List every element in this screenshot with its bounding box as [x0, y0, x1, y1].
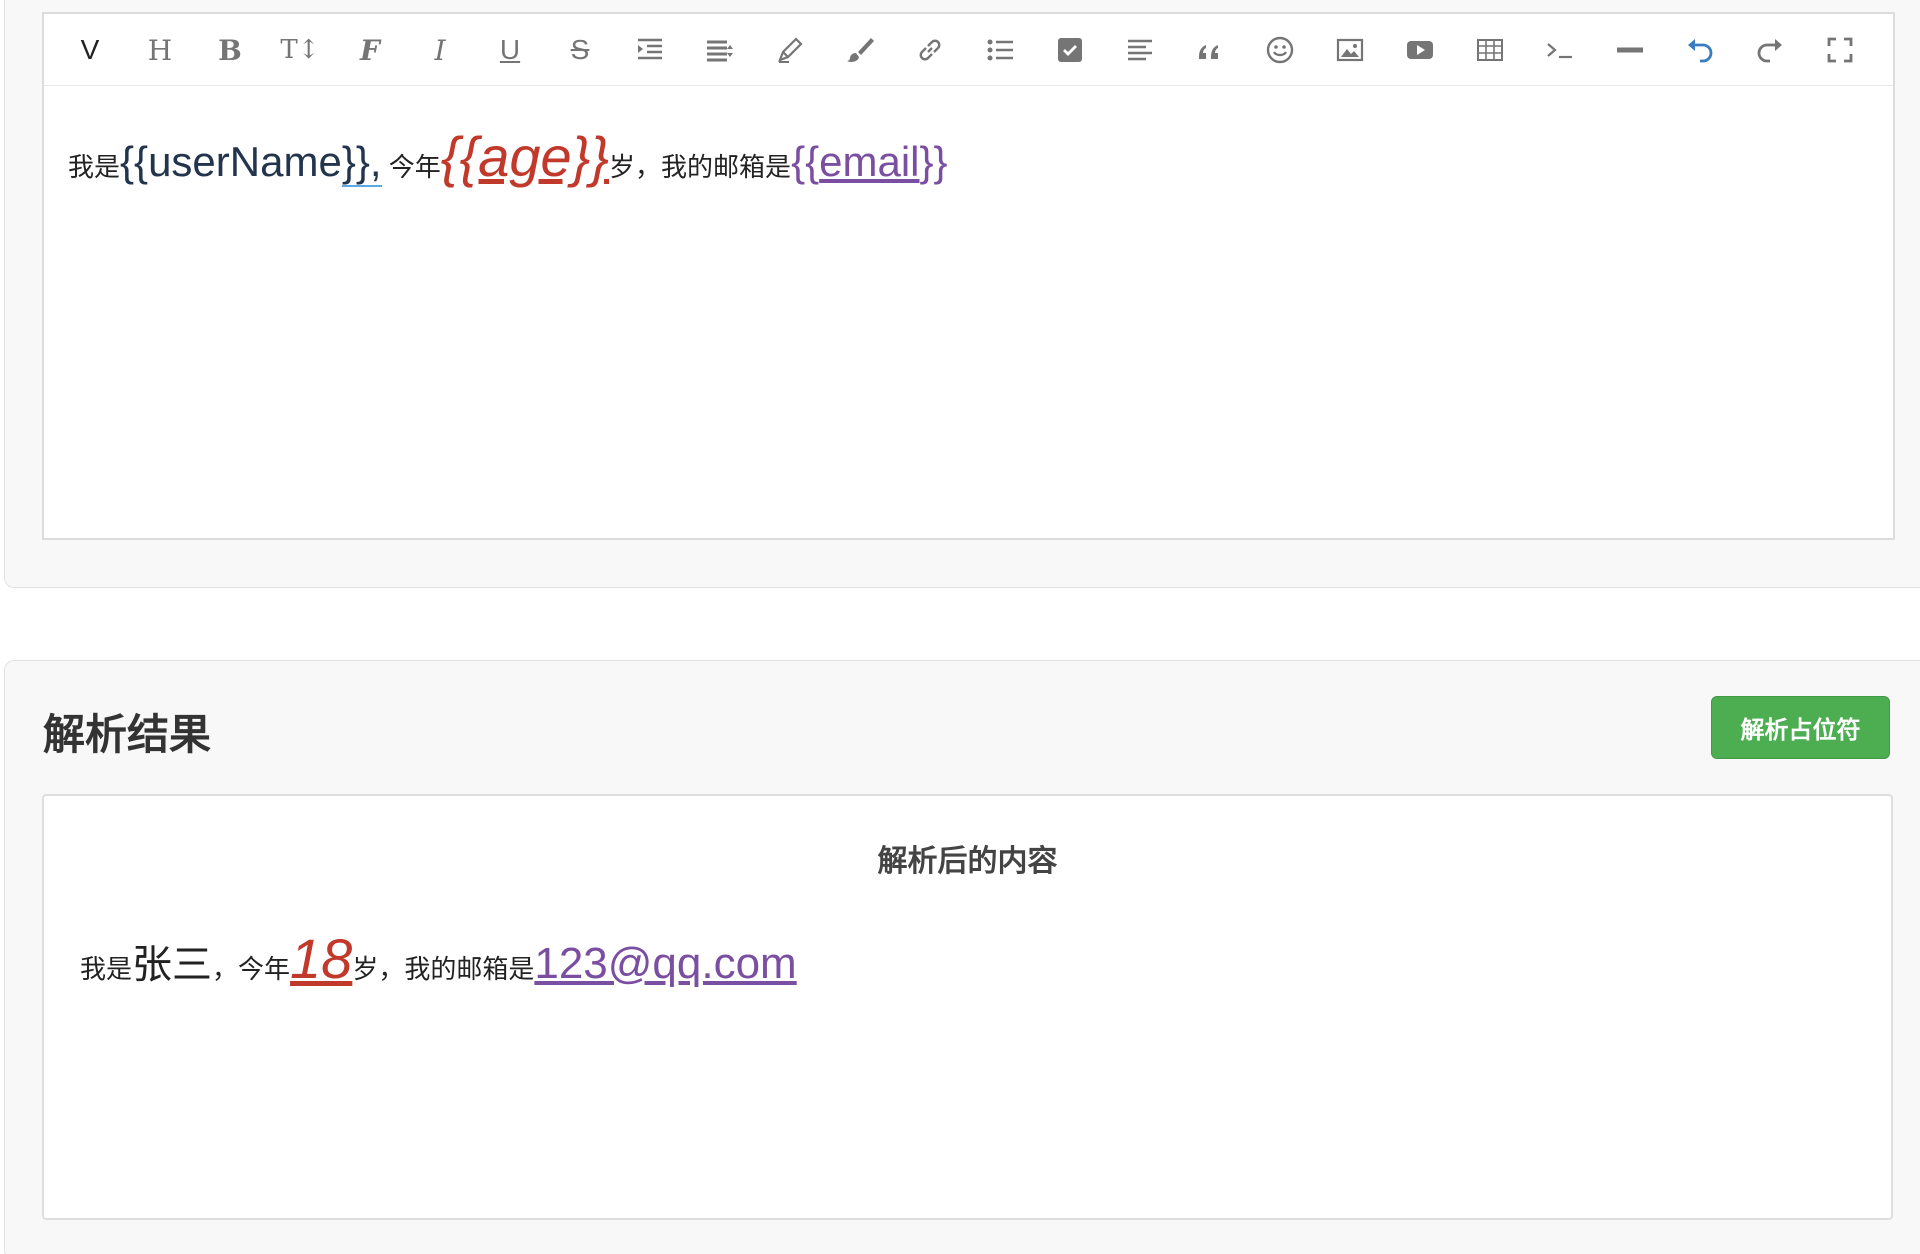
result-panel: 解析结果 解析占位符 解析后的内容 我是张三，今年18岁，我的邮箱是123@qq… — [4, 660, 1920, 1254]
pen-icon[interactable] — [768, 28, 812, 72]
result-heading: 解析后的内容 — [877, 844, 1058, 879]
age-prefix-text: 今年 — [388, 152, 441, 182]
fullscreen-icon[interactable] — [1818, 28, 1862, 72]
bold-icon[interactable]: B — [208, 28, 252, 72]
result-email-link[interactable]: 123@qq.com — [534, 939, 796, 988]
age-placeholder: {{age}} — [440, 125, 610, 188]
result-prefix: 我是 — [80, 954, 133, 984]
link-icon[interactable] — [908, 28, 952, 72]
result-section-title: 解析结果 — [43, 710, 212, 759]
line-height-icon[interactable] — [698, 28, 742, 72]
indent-icon[interactable] — [628, 28, 672, 72]
age-suffix-text: 岁，我的邮箱是 — [609, 152, 792, 182]
rich-text-editor[interactable]: V H B T↕ F I U S 我是{{userName}}, 今年{{age… — [42, 12, 1895, 540]
horizontal-rule-icon[interactable] — [1608, 28, 1652, 72]
vue-mode-icon[interactable]: V — [68, 28, 112, 72]
result-username-value: 张三 — [132, 943, 213, 987]
editor-toolbar: V H B T↕ F I U S — [44, 14, 1893, 86]
checkbox-icon[interactable] — [1048, 28, 1092, 72]
parse-placeholder-button[interactable]: 解析占位符 — [1711, 696, 1890, 759]
bullet-list-icon[interactable] — [978, 28, 1022, 72]
code-icon[interactable] — [1538, 28, 1582, 72]
email-placeholder: {{email}} — [791, 138, 948, 185]
font-family-icon[interactable]: F — [348, 28, 392, 72]
redo-icon[interactable] — [1748, 28, 1792, 72]
font-size-icon[interactable]: T↕ — [278, 28, 322, 72]
result-age-value: 18 — [290, 927, 353, 990]
heading-icon[interactable]: H — [138, 28, 182, 72]
strikethrough-icon[interactable]: S — [558, 28, 602, 72]
editor-prefix: 我是 — [68, 152, 121, 182]
emoji-icon[interactable] — [1258, 28, 1302, 72]
result-box: 解析后的内容 我是张三，今年18岁，我的邮箱是123@qq.com — [42, 794, 1893, 1220]
underline-icon[interactable]: U — [488, 28, 532, 72]
username-placeholder-close: }}, — [341, 138, 382, 187]
italic-icon[interactable]: I — [418, 28, 462, 72]
brush-icon[interactable] — [838, 28, 882, 72]
editor-panel: V H B T↕ F I U S 我是{{userName}}, 今年{{age… — [4, 0, 1920, 588]
quote-icon[interactable] — [1188, 28, 1232, 72]
username-placeholder: {{userName — [120, 138, 342, 185]
align-left-icon[interactable] — [1118, 28, 1162, 72]
result-text: 我是张三，今年18岁，我的邮箱是123@qq.com — [80, 926, 797, 991]
undo-icon[interactable] — [1678, 28, 1722, 72]
editor-text[interactable]: 我是{{userName}}, 今年{{age}}岁，我的邮箱是{{email}… — [68, 124, 948, 189]
video-icon[interactable] — [1398, 28, 1442, 72]
table-icon[interactable] — [1468, 28, 1512, 72]
result-age-prefix: ，今年 — [212, 954, 291, 984]
image-icon[interactable] — [1328, 28, 1372, 72]
result-age-suffix: 岁，我的邮箱是 — [352, 954, 535, 984]
